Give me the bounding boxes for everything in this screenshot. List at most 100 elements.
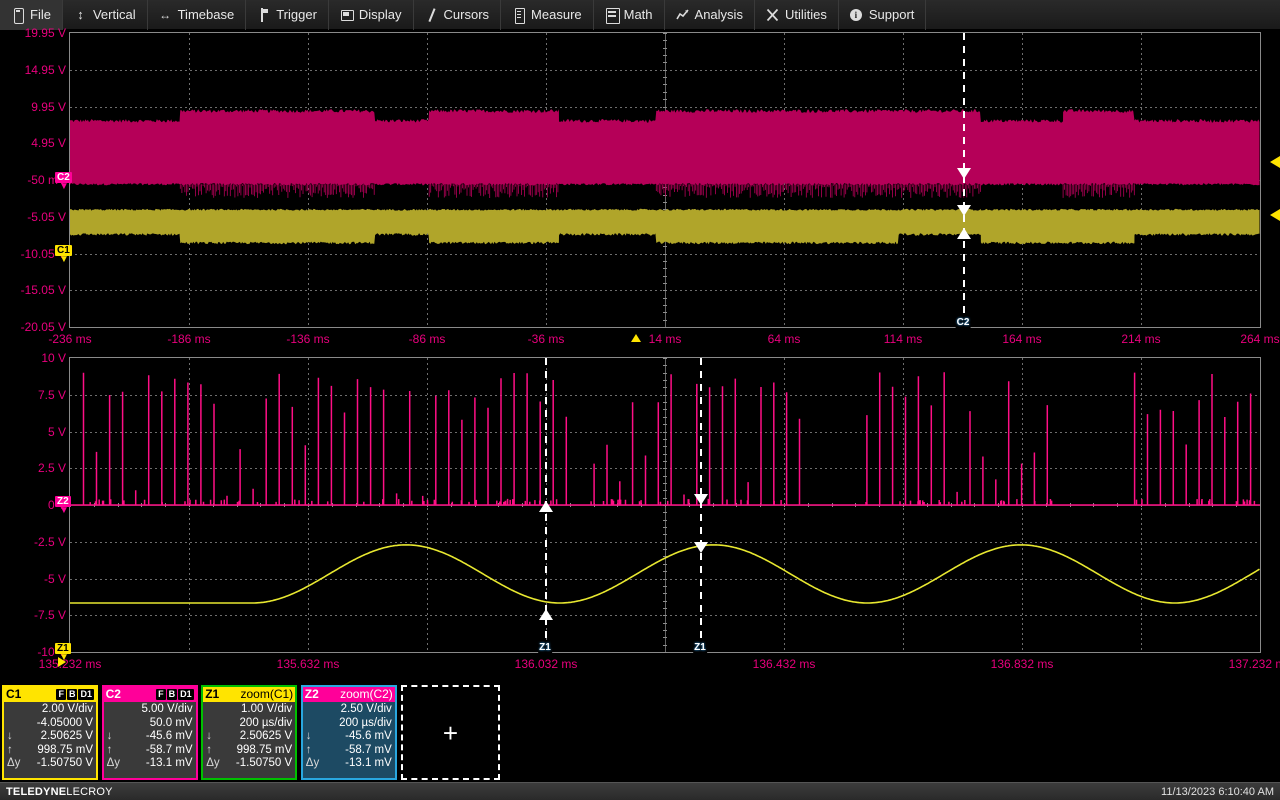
cursor-arrow-down-icon[interactable] [694,494,708,505]
menu-item-trigger[interactable]: Trigger [246,0,329,30]
y-axis-label: 19.95 V [25,26,66,40]
descriptor-row-value: 998.75 mV [222,744,292,758]
descriptor-flag-d1[interactable]: D1 [178,689,194,700]
descriptor-flag-b[interactable]: B [167,689,178,700]
trace-descriptor-z1[interactable]: Z1zoom(C1)1.00 V/div200 µs/div↓2.50625 V… [201,685,297,780]
cursor-arrow-up-icon[interactable] [957,228,971,239]
menu-item-label: Timebase [178,7,235,22]
descriptor-flags: FBD1 [56,689,94,700]
cursor-arrow-up-icon[interactable] [539,609,553,620]
descriptor-row-key: ↓ [206,730,222,744]
descriptor-row: ↑998.75 mV [7,744,93,758]
cursor-arrow-down-icon[interactable] [957,168,971,179]
descriptor-rows: 2.50 V/div200 µs/div↓-45.6 mV↑-58.7 mVΔy… [303,702,395,771]
zoom-grid-plot[interactable]: Z1Z1 [69,357,1261,653]
descriptor-flag-f[interactable]: F [156,689,166,700]
trace-descriptor-z2[interactable]: Z2zoom(C2)2.50 V/div200 µs/div↓-45.6 mV↑… [301,685,397,780]
menu-item-label: Measure [531,7,582,22]
y-axis-label: -7.5 V [34,608,66,622]
descriptor-flags: FBD1 [156,689,194,700]
trace-descriptor-c2[interactable]: C2FBD15.00 V/div50.0 mV↓-45.6 mV↑-58.7 m… [102,685,198,780]
x-axis-label: 264 ms [1240,332,1279,346]
brand-teledyne: TELEDYNE [6,786,66,798]
descriptor-flag-b[interactable]: B [67,689,78,700]
info-circle-icon [850,8,863,22]
menu-item-utilities[interactable]: Utilities [755,0,839,30]
descriptor-row: Δy-1.50750 V [7,757,93,771]
descriptor-row: 2.00 V/div [7,703,93,717]
descriptor-row: Δy-1.50750 V [206,757,292,771]
wrench-cross-icon [766,8,779,22]
menu-item-timebase[interactable]: ↔Timebase [148,0,247,30]
channel-badge-z1[interactable]: Z1▼ [55,643,71,654]
cursor-label: Z1 [693,642,707,653]
x-axis-label: -136 ms [286,332,329,346]
descriptor-header: Z2zoom(C2) [303,687,395,702]
descriptor-row-key: Δy [306,757,322,771]
brand-lecroy: LECROY [66,786,112,798]
cursor-line[interactable] [963,33,965,327]
cursor-line[interactable] [700,358,702,652]
y-axis-label: -5.05 V [27,210,66,224]
menu-item-support[interactable]: Support [839,0,927,30]
cursor-arrow-down-icon[interactable] [694,542,708,553]
y-axis-label: 10 V [41,351,66,365]
vertical-arrows-icon: ↕ [74,8,87,22]
descriptor-row-value: 200 µs/div [222,717,292,731]
descriptor-row: ↓-45.6 mV [306,730,392,744]
zoom-grid-area: 10 V7.5 V5 V2.5 V0 V-2.5 V-5 V-7.5 V-10 … [0,357,1280,653]
level-marker-icon[interactable] [1270,156,1280,168]
menu-item-analysis[interactable]: Analysis [665,0,755,30]
descriptor-row-key [107,703,123,717]
trace-descriptor-bar: C1FBD12.00 V/div-4.05000 V↓2.50625 V↑998… [0,683,1280,782]
x-axis-label: -236 ms [48,332,91,346]
cursor-arrow-down-icon[interactable] [957,205,971,216]
descriptor-row-key [7,717,23,731]
descriptor-rows: 2.00 V/div-4.05000 V↓2.50625 V↑998.75 mV… [4,702,96,771]
channel-badge-c2[interactable]: C2▼ [55,172,72,183]
x-axis-label: 64 ms [768,332,801,346]
descriptor-row-value: 2.50 V/div [322,703,392,717]
trigger-position-marker-icon[interactable] [631,334,641,342]
x-axis-label: 135.632 ms [277,657,340,671]
calculator-icon [605,8,618,22]
descriptor-row: 2.50 V/div [306,703,392,717]
descriptor-row-key: ↓ [107,730,123,744]
add-trace-button[interactable]: + [401,685,500,780]
descriptor-header: C2FBD1 [104,687,196,702]
channel-badge-z2[interactable]: Z2▼ [55,496,71,507]
descriptor-row-value: 998.75 mV [23,744,93,758]
descriptor-row: 200 µs/div [306,717,392,731]
menu-item-measure[interactable]: Measure [501,0,594,30]
cursor-arrow-up-icon[interactable] [539,501,553,512]
descriptor-row: ↑-58.7 mV [306,744,392,758]
descriptor-row-value: 2.00 V/div [23,703,93,717]
trace-descriptor-c1[interactable]: C1FBD12.00 V/div-4.05000 V↓2.50625 V↑998… [2,685,98,780]
channel-offset-arrow-icon: ▼ [59,183,69,191]
descriptor-row: ↓2.50625 V [7,730,93,744]
menu-item-vertical[interactable]: ↕Vertical [63,0,148,30]
cursor-label: C2 [956,317,971,328]
descriptor-row: ↓-45.6 mV [107,730,193,744]
descriptor-flag-f[interactable]: F [56,689,66,700]
descriptor-row-value: -1.50750 V [222,757,292,771]
x-axis-label: 136.832 ms [991,657,1054,671]
descriptor-row-value: -58.7 mV [123,744,193,758]
channel-badge-c1[interactable]: C1▼ [55,245,72,256]
level-marker-icon[interactable] [1270,209,1280,221]
descriptor-row: 1.00 V/div [206,703,292,717]
main-grid-x-axis: -236 ms-186 ms-136 ms-86 ms-36 ms14 ms64… [0,330,1280,352]
descriptor-flag-d1[interactable]: D1 [78,689,94,700]
menu-item-label: Support [869,7,915,22]
menu-item-cursors[interactable]: Cursors [414,0,502,30]
descriptor-subtitle: zoom(C2) [340,687,393,702]
menu-item-math[interactable]: Math [594,0,665,30]
descriptor-row-key: Δy [206,757,222,771]
x-axis-label: 135.232 ms [39,657,102,671]
measure-list-icon [512,8,525,22]
analysis-chart-icon [676,8,689,22]
menu-item-display[interactable]: Display [329,0,414,30]
menu-item-label: Display [359,7,402,22]
zoom-start-marker-icon[interactable] [58,657,66,667]
main-grid-plot[interactable]: C2 [69,32,1261,328]
